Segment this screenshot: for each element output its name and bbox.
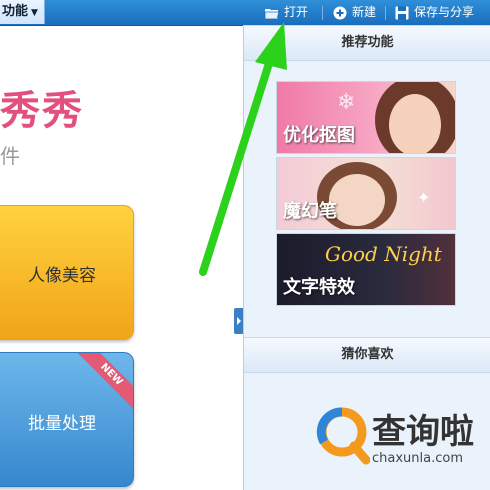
watermark-url: chaxunla.com — [372, 451, 463, 466]
watermark-text: 查询啦 — [372, 412, 474, 452]
magnifier-logo-icon — [316, 407, 370, 465]
